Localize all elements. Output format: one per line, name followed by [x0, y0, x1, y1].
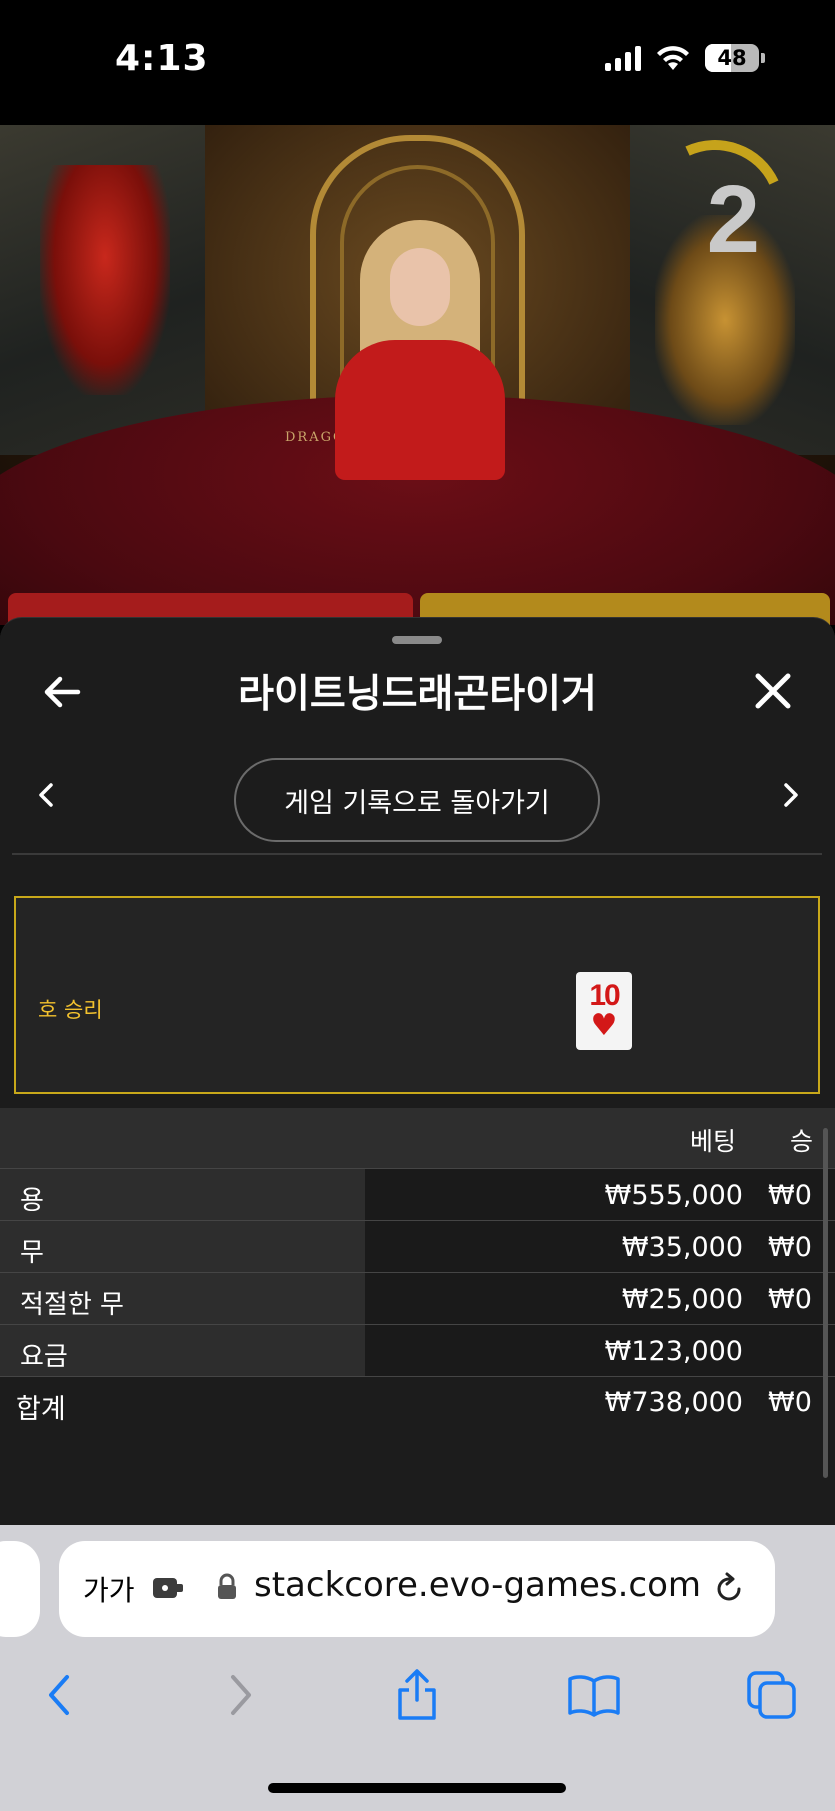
chevron-right-icon[interactable]	[773, 778, 807, 812]
table-row: 무 ₩35,000 ₩0	[0, 1220, 835, 1272]
page-settings-button[interactable]: 가가	[83, 1569, 135, 1609]
chevron-left-icon	[49, 1675, 69, 1715]
total-win: ₩0	[768, 1387, 812, 1418]
cellular-signal-icon	[605, 45, 641, 71]
chevron-right-icon	[231, 1675, 251, 1715]
table-row: 용 ₩555,000 ₩0	[0, 1168, 835, 1220]
status-time: 4:13	[115, 38, 209, 79]
total-row: 합계 ₩738,000 ₩0	[0, 1376, 835, 1428]
sheet-title: 라이트닝드래곤타이거	[238, 672, 597, 717]
total-amount: ₩738,000	[604, 1387, 743, 1418]
total-label: 합계	[16, 1394, 66, 1425]
scrollbar[interactable]	[823, 1128, 828, 1478]
address-bar[interactable]: 가가 stackcore.evo-games.com	[59, 1541, 775, 1637]
bet-amount: ₩123,000	[604, 1336, 743, 1367]
bets-table-header: 베팅 승	[0, 1108, 835, 1168]
wifi-icon	[657, 46, 689, 70]
browser-chrome: 가가 stackcore.evo-games.com	[0, 1525, 835, 1811]
tabs-icon	[747, 1671, 796, 1719]
bet-name: 적절한 무	[20, 1290, 124, 1320]
dragon-image	[40, 165, 170, 395]
lock-icon	[218, 1573, 236, 1599]
heart-suit-icon: ♥	[590, 1008, 618, 1043]
browser-forward-button[interactable]	[210, 1665, 270, 1725]
reload-icon[interactable]	[711, 1571, 747, 1607]
table-row: 적절한 무 ₩25,000 ₩0	[0, 1272, 835, 1324]
playing-card: 10 ♥	[576, 972, 632, 1050]
previous-tab-peek[interactable]	[0, 1541, 40, 1637]
share-icon	[398, 1669, 436, 1720]
countdown-timer: 2	[706, 166, 760, 273]
result-label: 호 승리	[38, 998, 103, 1022]
status-bar: 4:13 48	[0, 0, 835, 125]
share-button[interactable]	[387, 1665, 447, 1725]
table-row: 요금 ₩123,000	[0, 1324, 835, 1376]
dealer	[335, 220, 505, 480]
header-win: 승	[790, 1127, 814, 1156]
bets-table: 베팅 승 용 ₩555,000 ₩0 무 ₩35,000 ₩0 적절한 무 ₩2…	[0, 1108, 835, 1428]
bet-amount: ₩35,000	[621, 1232, 743, 1263]
sheet-grabber[interactable]	[392, 636, 442, 644]
bet-amount: ₩555,000	[604, 1180, 743, 1211]
bet-win: ₩0	[768, 1180, 812, 1211]
round-result-box: 호 승리 10 ♥	[14, 896, 820, 1094]
bookmarks-button[interactable]	[564, 1665, 624, 1725]
live-video[interactable]: DRAGON TIGER 2	[0, 125, 835, 625]
bet-amount: ₩25,000	[621, 1284, 743, 1315]
battery-icon: 48	[705, 44, 765, 72]
status-icons: 48	[605, 44, 765, 72]
divider	[12, 853, 822, 855]
header-bet: 베팅	[690, 1127, 737, 1156]
battery-percent: 48	[717, 46, 747, 70]
bet-win: ₩0	[768, 1232, 812, 1263]
book-icon	[568, 1675, 620, 1717]
game-history-sheet: 라이트닝드래곤타이거 게임 기록으로 돌아가기 호 승리 10 ♥ 베팅 승 용…	[0, 617, 835, 1525]
tabs-button[interactable]	[742, 1665, 802, 1725]
extension-icon[interactable]	[151, 1573, 187, 1603]
url-text[interactable]: stackcore.evo-games.com	[254, 1565, 701, 1605]
bet-name: 요금	[20, 1342, 68, 1372]
browser-back-button[interactable]	[30, 1665, 90, 1725]
browser-toolbar	[0, 1665, 835, 1735]
chevron-left-icon[interactable]	[30, 778, 64, 812]
close-icon[interactable]	[748, 666, 798, 716]
back-to-history-button[interactable]: 게임 기록으로 돌아가기	[234, 758, 600, 842]
home-indicator[interactable]	[268, 1783, 566, 1793]
card-rank: 10	[589, 979, 620, 1012]
bet-win: ₩0	[768, 1284, 812, 1315]
bet-name: 무	[20, 1238, 44, 1268]
bet-name: 용	[20, 1186, 44, 1216]
